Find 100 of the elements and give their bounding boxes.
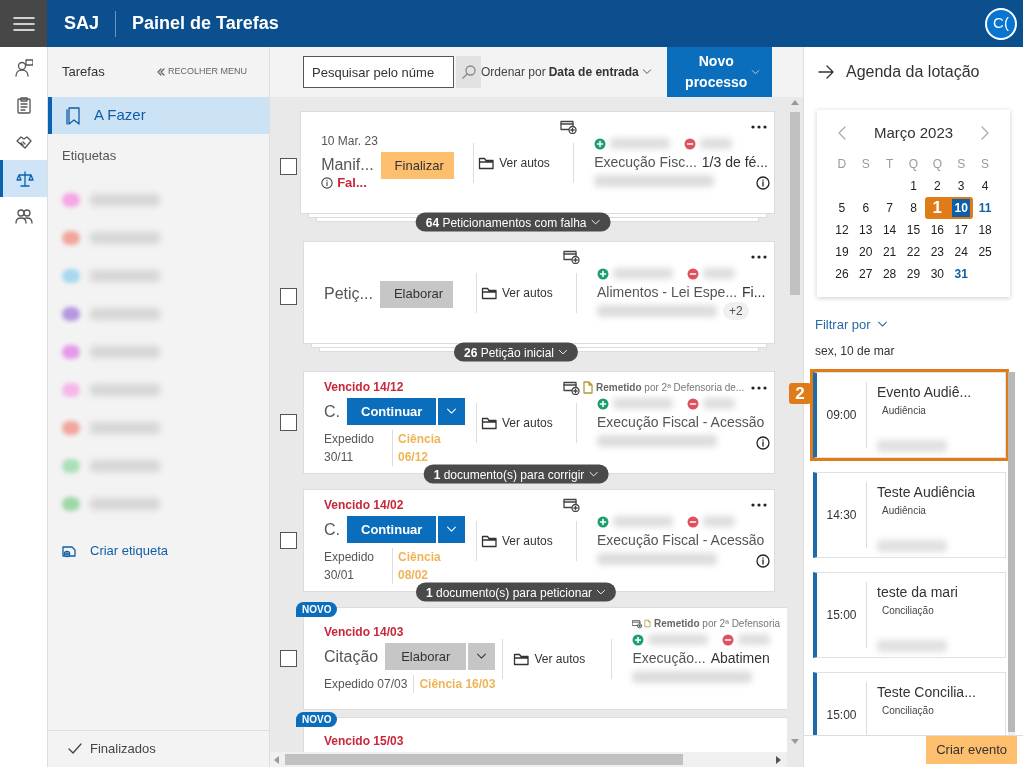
dropdown-button[interactable]	[468, 643, 496, 670]
redacted-text	[90, 270, 160, 282]
calendar-day[interactable]: 6	[856, 198, 875, 217]
calendar-day[interactable]: 24	[952, 242, 971, 261]
calendar-day[interactable]: 19	[832, 242, 851, 261]
finished-tasks-button[interactable]: Finalizados	[48, 730, 269, 767]
checkbox[interactable]	[280, 532, 297, 549]
calendar-day[interactable]: 17	[952, 220, 971, 239]
horizontal-scrollbar[interactable]	[270, 752, 787, 767]
more-options-icon[interactable]	[751, 385, 767, 390]
info-icon[interactable]	[756, 175, 770, 190]
chevron-down-icon	[590, 217, 601, 227]
event-card[interactable]: 15:00 Teste Concilia... Conciliação	[813, 672, 1006, 735]
more-options-icon[interactable]	[751, 125, 767, 129]
calendar-day[interactable]: 12	[832, 220, 851, 239]
redacted-text	[648, 634, 709, 645]
view-case-link[interactable]: Ver autos	[481, 283, 553, 302]
add-window-icon[interactable]	[563, 380, 580, 395]
calendar-day[interactable]: 7	[880, 198, 899, 217]
calendar-day[interactable]: 30	[928, 264, 947, 283]
scrollbar-thumb[interactable]	[285, 754, 683, 765]
nav-item[interactable]	[0, 160, 47, 197]
plus-icon	[594, 137, 607, 150]
action-button[interactable]: Finalizar	[380, 151, 454, 179]
new-process-button[interactable]: Novo processo	[666, 47, 772, 97]
action-button[interactable]: Elaborar	[385, 643, 467, 670]
menu-button[interactable]	[0, 0, 47, 47]
redacted-text	[90, 384, 160, 396]
chevron-down-icon	[588, 469, 599, 479]
calendar-day[interactable]: 3	[952, 176, 971, 195]
sort-dropdown[interactable]: Ordenar por Data de entrada	[481, 56, 652, 88]
calendar-day[interactable]: 22	[904, 242, 923, 261]
collapse-menu-button[interactable]: RECOLHER MENU	[157, 65, 255, 79]
folder-icon	[481, 533, 498, 548]
filter-dropdown[interactable]: Filtrar por	[815, 314, 888, 334]
calendar-day[interactable]: 15	[904, 220, 923, 239]
calendar-day[interactable]: 14	[880, 220, 899, 239]
due-date-text: Vencido 14/02	[324, 497, 405, 513]
calendar-day[interactable]: 21	[880, 242, 899, 261]
info-icon[interactable]	[756, 435, 770, 450]
calendar-day[interactable]: 23	[928, 242, 947, 261]
scroll-left-arrow-icon	[274, 756, 279, 764]
event-category: Audiência	[881, 404, 927, 418]
dropdown-button[interactable]	[438, 398, 466, 425]
folder-icon	[513, 651, 531, 666]
more-options-icon[interactable]	[751, 255, 767, 259]
calendar-day[interactable]: 4	[976, 176, 995, 195]
calendar-day[interactable]: 5	[832, 198, 851, 217]
event-time: 14:30	[826, 507, 857, 524]
menu-icon	[12, 15, 35, 32]
calendar-day[interactable]: 10	[952, 198, 971, 217]
calendar-day[interactable]: 20	[856, 242, 875, 261]
calendar-day[interactable]: 18	[976, 220, 995, 239]
calendar-day[interactable]: 2	[928, 176, 947, 195]
checkbox[interactable]	[280, 650, 297, 667]
group-toggle-pill[interactable]: 64 Peticionamentos com falha	[415, 212, 611, 232]
view-case-link[interactable]: Ver autos	[478, 153, 550, 172]
arrow-right-icon[interactable]	[818, 65, 834, 79]
calendar-day[interactable]: 13	[856, 220, 875, 239]
calendar-day[interactable]: 8	[904, 198, 923, 217]
checkbox[interactable]	[280, 414, 297, 431]
event-title: Evento Audiê...	[877, 383, 972, 402]
event-card[interactable]: 14:30 Teste Audiência Audiência	[813, 472, 1006, 558]
action-button[interactable]: Continuar	[347, 398, 437, 425]
user-avatar[interactable]: C(	[985, 7, 1017, 40]
view-case-link[interactable]: Ver autos	[481, 413, 553, 432]
group-toggle-pill[interactable]: 1 documento(s) para peticionar	[415, 582, 617, 602]
calendar-day[interactable]: 25	[976, 242, 995, 261]
info-icon[interactable]	[756, 553, 770, 568]
dropdown-button[interactable]	[438, 516, 466, 543]
action-button[interactable]: Elaborar	[379, 280, 453, 308]
calendar-day[interactable]: 26	[832, 264, 851, 283]
create-event-button[interactable]: Criar evento	[926, 735, 1017, 764]
search-icon	[461, 65, 476, 79]
menu-item[interactable]: A Fazer	[48, 97, 269, 134]
calendar-day[interactable]: 16	[928, 220, 947, 239]
add-window-icon[interactable]	[563, 250, 580, 264]
group-toggle-pill[interactable]: 1 documento(s) para corrigir	[423, 464, 609, 484]
person-icon	[14, 58, 33, 77]
add-window-icon[interactable]	[560, 120, 578, 134]
calendar-day[interactable]: 28	[880, 264, 899, 283]
scroll-up-arrow-icon	[791, 100, 799, 105]
calendar-day[interactable]: 27	[856, 264, 875, 283]
action-button[interactable]: Continuar	[347, 516, 437, 543]
view-case-link[interactable]: Ver autos	[481, 531, 553, 550]
calendar-day[interactable]: 1	[904, 176, 923, 195]
more-options-icon[interactable]	[751, 503, 767, 507]
create-tag-link[interactable]: Criar etiqueta	[62, 541, 169, 561]
group-toggle-pill[interactable]: 26 Petição inicial	[453, 342, 579, 362]
calendar-day[interactable]: 29	[904, 264, 923, 283]
calendar-day[interactable]: 11	[976, 198, 995, 217]
add-window-icon[interactable]	[563, 498, 580, 512]
checkbox[interactable]	[280, 288, 297, 305]
redacted-text	[703, 268, 735, 279]
checkbox[interactable]	[280, 158, 297, 175]
view-case-link[interactable]: Ver autos	[513, 649, 586, 668]
event-card[interactable]: 15:00 teste da mari Conciliação	[813, 572, 1006, 658]
calendar-day[interactable]: 31	[952, 264, 971, 283]
scrollbar-thumb[interactable]	[790, 112, 800, 295]
search-field[interactable]: Pesquisar pelo núme	[303, 56, 454, 88]
